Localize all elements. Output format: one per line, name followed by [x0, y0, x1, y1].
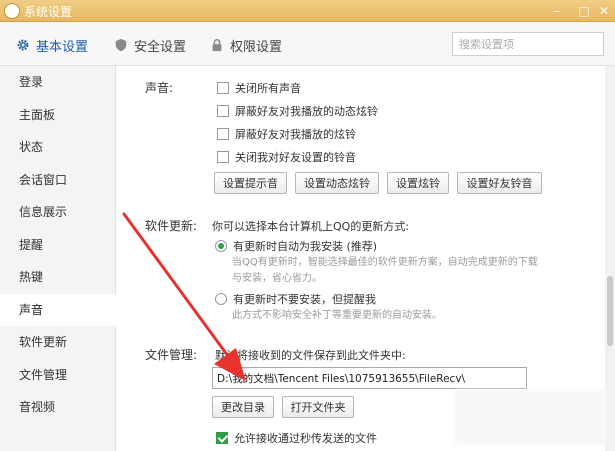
checkbox-label: 关闭所有声音 [235, 82, 301, 95]
minimize-icon[interactable]: – [548, 3, 566, 19]
change-directory-button[interactable]: 更改目录 [212, 396, 274, 418]
update-option-notify-only[interactable]: 有更新时不要安装，但提醒我 [215, 291, 376, 307]
files-section-label: 文件管理: [145, 348, 198, 362]
title-bar: 系统设置 – □ ✕ [0, 0, 615, 22]
set-ringtone-button[interactable]: 设置炫铃 [387, 172, 449, 194]
tab-permission-settings[interactable]: 权限设置 [210, 34, 282, 56]
files-intro-text: 默认将接收到的文件保存到此文件夹中: [215, 349, 406, 362]
radio-label: 有更新时自动为我安装 (推荐) [233, 240, 378, 253]
open-folder-button[interactable]: 打开文件夹 [282, 396, 354, 418]
sound-option-block-dynamic-ringtone[interactable]: 屏蔽好友对我播放的动态炫铃 [217, 103, 378, 119]
set-friend-ringtone-button[interactable]: 设置好友铃音 [457, 172, 542, 194]
content-scrollbar[interactable] [605, 66, 615, 451]
sound-section-label: 声音: [145, 81, 174, 95]
checkbox[interactable] [217, 82, 229, 94]
checkbox[interactable] [217, 128, 229, 140]
update-auto-hint-line2: 与安装，省心省力。 [232, 273, 322, 284]
tab-label: 权限设置 [230, 39, 283, 55]
checkbox-label: 屏蔽好友对我播放的动态炫铃 [235, 105, 378, 118]
tab-label: 安全设置 [134, 39, 187, 55]
blurred-region [455, 390, 605, 445]
radio-label: 有更新时不要安装，但提醒我 [233, 293, 376, 306]
sidebar-item-status[interactable]: 状态 [0, 131, 115, 164]
checkbox[interactable] [217, 151, 229, 163]
sidebar-item-software-update[interactable]: 软件更新 [0, 326, 115, 359]
checkbox-label: 屏蔽好友对我播放的炫铃 [235, 128, 356, 141]
sound-option-block-ringtone[interactable]: 屏蔽好友对我播放的炫铃 [217, 126, 356, 142]
checkbox-label: 允许接收通过秒传发送的文件 [234, 432, 377, 445]
sidebar-item-chat-window[interactable]: 会话窗口 [0, 164, 115, 197]
update-auto-hint-line1: 当QQ有更新时，智能选择最佳的软件更新方案，自动完成更新的下载 [232, 257, 538, 268]
tab-basic-settings[interactable]: 基本设置 [16, 34, 88, 56]
sound-option-mute-all[interactable]: 关闭所有声音 [217, 80, 301, 96]
set-alert-sound-button[interactable]: 设置提示音 [214, 172, 287, 194]
checkbox[interactable] [216, 432, 228, 444]
checkbox-label: 关闭我对好友设置的铃音 [235, 151, 356, 164]
checkbox[interactable] [217, 105, 229, 117]
sidebar-item-sound[interactable]: 声音 [0, 293, 116, 326]
maximize-icon[interactable]: □ [575, 3, 593, 19]
radio-button[interactable] [215, 293, 227, 305]
search-input[interactable] [452, 32, 604, 56]
settings-sidebar: 登录 主面板 状态 会话窗口 信息展示 提醒 热键 声音 软件更新 文件管理 音… [0, 66, 116, 451]
lock-icon [212, 39, 222, 52]
sound-option-disable-friend-ringtone[interactable]: 关闭我对好友设置的铃音 [217, 149, 356, 165]
update-option-auto-install[interactable]: 有更新时自动为我安装 (推荐) [215, 238, 377, 254]
sidebar-item-file-management[interactable]: 文件管理 [0, 359, 115, 392]
close-icon[interactable]: ✕ [595, 3, 613, 19]
tab-security-settings[interactable]: 安全设置 [114, 34, 186, 56]
download-path-input[interactable] [212, 367, 527, 389]
scrollbar-thumb[interactable] [607, 276, 613, 346]
sidebar-item-info-display[interactable]: 信息展示 [0, 196, 115, 229]
update-section-label: 软件更新: [145, 219, 198, 233]
allow-instant-transfer-option[interactable]: 允许接收通过秒传发送的文件 [216, 430, 377, 446]
gear-icon [17, 39, 29, 51]
qq-logo-icon [4, 3, 20, 19]
window-title: 系统设置 [24, 5, 73, 19]
set-dynamic-ringtone-button[interactable]: 设置动态炫铃 [295, 172, 379, 194]
tab-label: 基本设置 [36, 39, 89, 55]
sidebar-item-main-panel[interactable]: 主面板 [0, 99, 115, 132]
shield-icon [115, 38, 127, 52]
update-intro-text: 你可以选择本台计算机上QQ的更新方式: [212, 220, 410, 233]
sidebar-item-login[interactable]: 登录 [0, 66, 115, 99]
sidebar-item-hotkeys[interactable]: 热键 [0, 261, 115, 294]
sidebar-item-reminder[interactable]: 提醒 [0, 229, 115, 262]
sidebar-item-audio-video[interactable]: 音视频 [0, 391, 115, 424]
update-notify-hint: 此方式不影响安全补丁等重要更新的自动安装。 [232, 310, 442, 321]
radio-button[interactable] [215, 240, 227, 252]
